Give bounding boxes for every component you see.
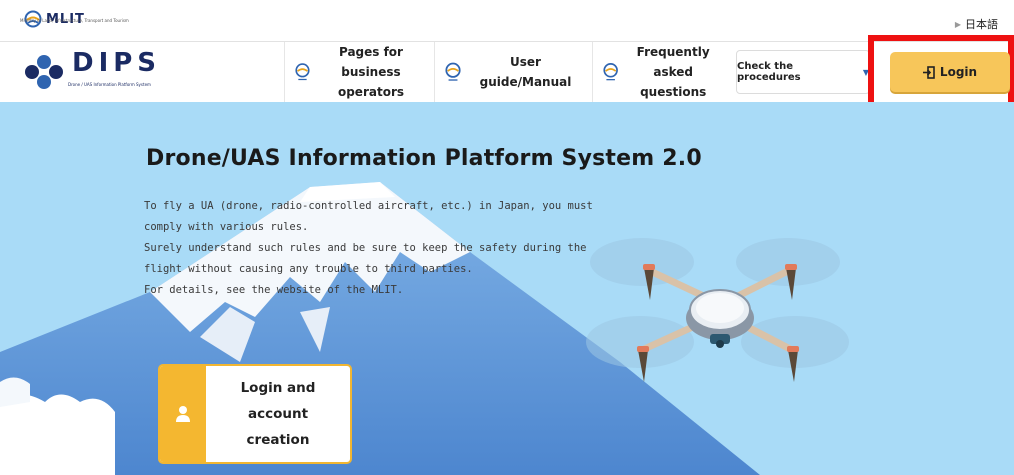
- nav-label: Pages for business operators: [318, 42, 424, 102]
- page-title: Drone/UAS Information Platform System 2.…: [146, 146, 702, 171]
- dips-logo-text: DIPS: [72, 48, 162, 78]
- intro-line: Surely understand such rules and be sure…: [144, 242, 587, 254]
- nav-label-line1: Frequently: [636, 45, 710, 59]
- card-label-line3: creation: [246, 432, 310, 448]
- card-label-line2: account: [247, 406, 309, 422]
- nav-label-line1: Pages for business: [338, 45, 403, 79]
- intro-line: comply with various rules.: [144, 221, 309, 233]
- intro-text: To fly a UA (drone, radio-controlled air…: [144, 196, 594, 301]
- card-label-line1: Login and: [240, 380, 316, 396]
- intro-line: To fly a UA (drone, radio-controlled air…: [144, 200, 593, 212]
- check-procedures-dropdown[interactable]: Check the procedures ▼: [736, 50, 870, 94]
- language-label: 日本語: [965, 18, 998, 31]
- top-bar: MLIT Ministry of Land, Infrastructure, T…: [0, 0, 1014, 42]
- login-button[interactable]: Login: [890, 52, 1010, 92]
- dips-sub-text: Drone / UAS Information Platform System: [68, 82, 151, 87]
- main-nav: DIPS Drone / UAS Information Platform Sy…: [0, 42, 1014, 102]
- user-icon: [176, 406, 190, 422]
- mlit-sub-text: Ministry of Land, Infrastructure, Transp…: [20, 18, 129, 23]
- nav-label: Frequently asked questions: [626, 42, 720, 102]
- nav-label-line2: operators: [337, 85, 404, 99]
- globe-icon: [603, 63, 618, 81]
- caret-right-icon: ▶: [954, 19, 961, 29]
- hero-section: Drone/UAS Information Platform System 2.…: [0, 102, 1014, 475]
- globe-icon: [445, 62, 461, 81]
- login-door-icon: [922, 65, 935, 79]
- nav-business-operators[interactable]: Pages for business operators: [284, 42, 434, 102]
- nav-label-line2: asked questions: [640, 65, 707, 99]
- nav-user-guide[interactable]: User guide/Manual: [434, 42, 592, 102]
- intro-line: flight without causing any trouble to th…: [144, 263, 473, 275]
- nav-label: User guide/Manual: [479, 55, 572, 89]
- check-procedures-label: Check the procedures: [737, 61, 801, 83]
- card-label: Login and account creation: [206, 366, 350, 462]
- intro-line: For details, see the website of the MLIT…: [144, 284, 404, 296]
- login-account-creation-card[interactable]: Login and account creation: [158, 364, 352, 464]
- globe-icon: [295, 63, 310, 81]
- language-link[interactable]: ▶ 日本語: [955, 16, 998, 32]
- drone-illustration: [586, 238, 849, 382]
- user-icon-panel: [160, 366, 206, 462]
- nav-faq[interactable]: Frequently asked questions: [592, 42, 730, 102]
- login-label: Login: [939, 65, 978, 79]
